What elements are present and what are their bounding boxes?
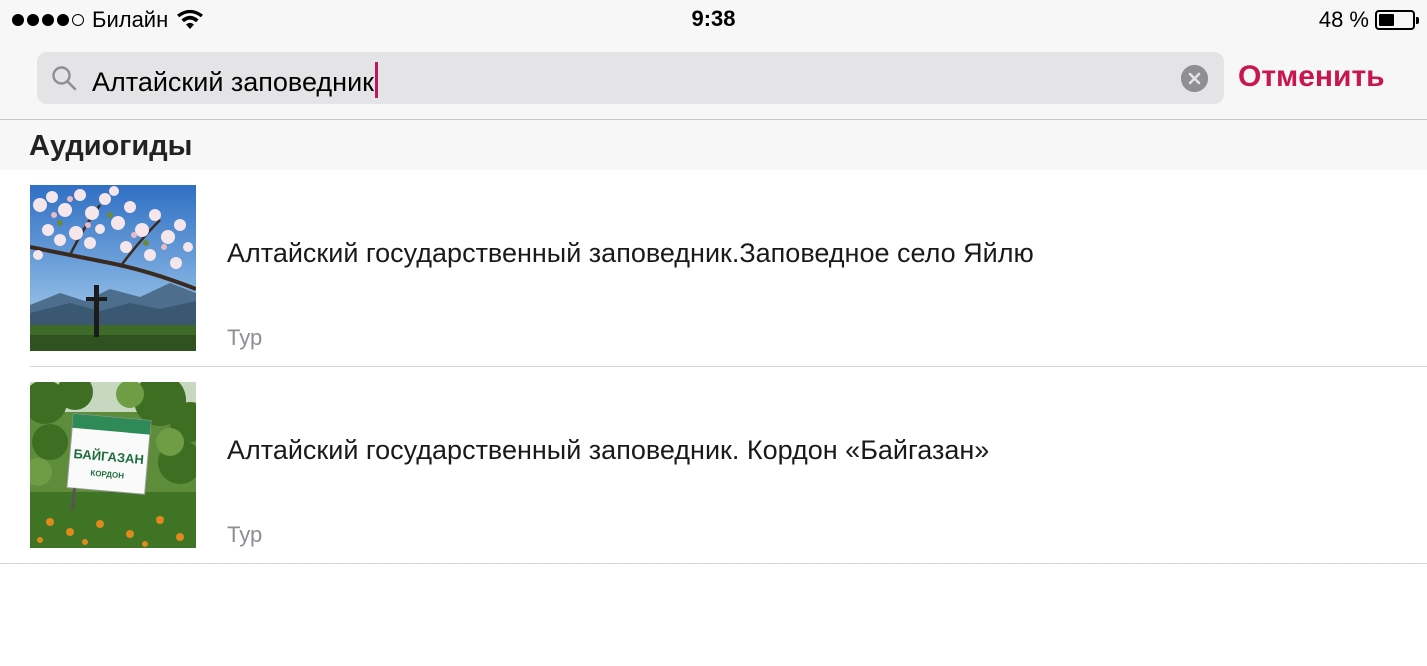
battery-percent: 48 % bbox=[1318, 7, 1369, 32]
apple-blossom-cross-photo bbox=[30, 185, 196, 351]
text-cursor bbox=[374, 62, 378, 98]
list-item[interactable]: БАЙГАЗАН КОРДОН Алтайский государственны… bbox=[0, 367, 1427, 564]
section-title: Аудиогиды bbox=[29, 130, 193, 162]
clear-search-button[interactable] bbox=[1181, 65, 1208, 92]
baygazan-sign-photo: БАЙГАЗАН КОРДОН bbox=[30, 382, 196, 548]
cancel-button[interactable]: Отменить bbox=[1238, 60, 1385, 94]
battery-icon bbox=[1375, 10, 1419, 30]
section-header: Аудиогиды bbox=[0, 120, 1427, 170]
list-item[interactable]: Алтайский государственный заповедник.Зап… bbox=[0, 170, 1427, 367]
item-title: Алтайский государственный заповедник.Зап… bbox=[227, 238, 1034, 268]
navigation-bar: Билайн 9:38 48 % Алтайский заповедник От… bbox=[0, 0, 1427, 120]
item-title: Алтайский государственный заповедник. Ко… bbox=[227, 435, 990, 465]
item-subtitle: Тур bbox=[227, 325, 263, 350]
search-field[interactable]: Алтайский заповедник bbox=[37, 52, 1224, 104]
status-bar: Билайн 9:38 48 % bbox=[0, 0, 1427, 40]
row-divider bbox=[0, 563, 1427, 564]
item-subtitle: Тур bbox=[227, 522, 263, 547]
status-right: 48 % bbox=[1318, 7, 1419, 33]
clear-icon bbox=[1181, 65, 1208, 92]
search-query: Алтайский заповедник bbox=[92, 67, 374, 97]
search-input[interactable]: Алтайский заповедник bbox=[92, 62, 378, 98]
status-time: 9:38 bbox=[691, 6, 736, 31]
search-icon bbox=[52, 66, 77, 91]
